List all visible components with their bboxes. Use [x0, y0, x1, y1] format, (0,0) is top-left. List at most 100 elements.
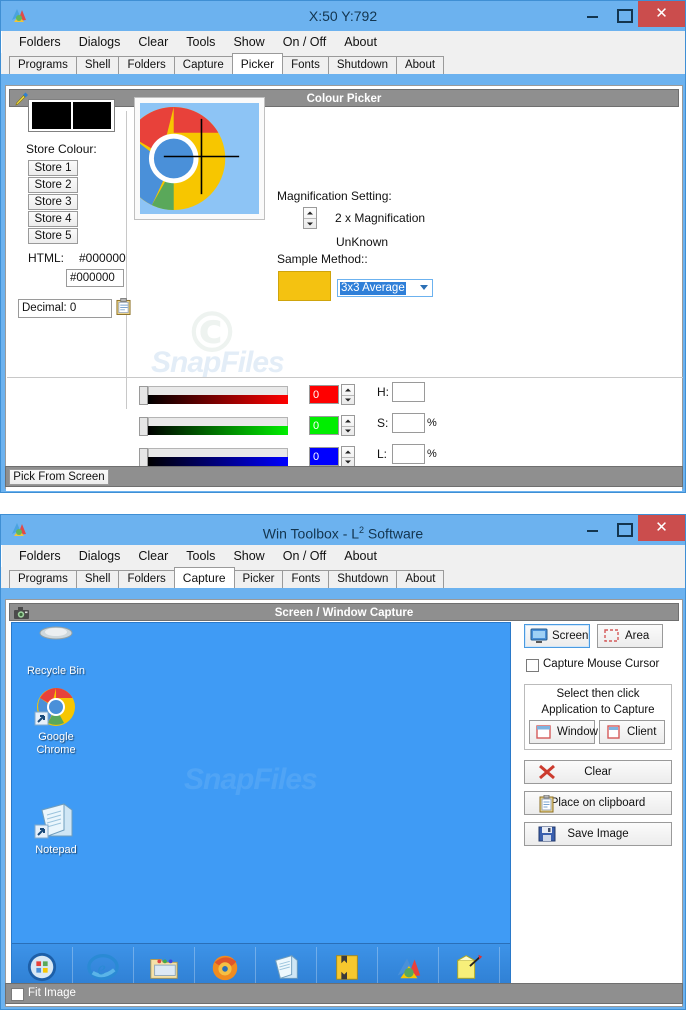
capture-controls: Screen Area Capture Mouse Cursor Select … [518, 622, 678, 988]
taskbar-item-internet-explorer[interactable]: e [73, 946, 134, 987]
store-1-button[interactable]: Store 1 [28, 160, 78, 176]
client-button[interactable]: Client [599, 720, 665, 744]
blue-spinner-down[interactable] [342, 456, 354, 467]
menu-item-folders[interactable]: Folders [10, 31, 70, 53]
clipboard-icon[interactable] [116, 298, 131, 316]
picker-titlebar[interactable]: X:50 Y:792 ✕ [1, 1, 685, 31]
blue-slider-thumb[interactable] [139, 448, 148, 467]
store-4-button[interactable]: Store 4 [28, 211, 78, 227]
green-spinner-up[interactable] [342, 416, 354, 426]
menu-item-show[interactable]: Show [224, 545, 273, 567]
lightness-input[interactable] [392, 444, 425, 464]
capture-client-area: Screen / Window Capture SnapFiles Recycl… [5, 599, 683, 1007]
menu-item-on-off[interactable]: On / Off [274, 545, 336, 567]
green-slider-track[interactable] [148, 417, 288, 426]
tab-programs[interactable]: Programs [9, 570, 77, 588]
tab-shutdown[interactable]: Shutdown [328, 570, 398, 588]
taskbar-item-paint-tool[interactable] [439, 946, 500, 987]
red-slider[interactable] [139, 386, 289, 406]
tab-picker[interactable]: Picker [231, 53, 284, 74]
blue-slider[interactable] [139, 448, 289, 468]
spinner-down[interactable] [304, 218, 316, 228]
save-image-button[interactable]: Save Image [524, 822, 672, 846]
menu-item-folders[interactable]: Folders [10, 545, 70, 567]
area-button[interactable]: Area [597, 624, 663, 648]
maximize-button[interactable] [608, 515, 638, 541]
tab-shutdown[interactable]: Shutdown [327, 56, 397, 74]
html-input[interactable]: #000000 [66, 269, 124, 287]
capture-titlebar[interactable]: Win Toolbox - L2 Software ✕ [1, 515, 685, 545]
taskbar-item-win-toolbox[interactable] [378, 946, 439, 987]
menu-item-show[interactable]: Show [224, 31, 273, 53]
close-button[interactable]: ✕ [638, 515, 685, 541]
screen-button-label: Screen [552, 630, 589, 642]
tab-capture[interactable]: Capture [173, 56, 233, 74]
green-value[interactable]: 0 [309, 416, 339, 435]
place-on-clipboard-button[interactable]: Place on clipboard [524, 791, 672, 815]
menu-item-about[interactable]: About [335, 31, 386, 53]
tab-picker[interactable]: Picker [233, 570, 284, 588]
sample-method-select[interactable]: 3x3 Average [337, 279, 433, 297]
menu-item-on-off[interactable]: On / Off [274, 31, 336, 53]
hue-input[interactable] [392, 382, 425, 402]
tab-capture[interactable]: Capture [173, 567, 235, 588]
capture-cursor-checkbox[interactable] [526, 659, 539, 672]
green-spinner-down[interactable] [342, 425, 354, 436]
store-2-button[interactable]: Store 2 [28, 177, 78, 193]
tab-folders[interactable]: Folders [118, 570, 175, 588]
tab-programs[interactable]: Programs [9, 56, 77, 74]
screen-button[interactable]: Screen [524, 624, 590, 648]
minimize-button[interactable] [578, 515, 608, 541]
tab-folders[interactable]: Folders [118, 56, 175, 74]
picker-client-area: Colour Picker © SnapFiles Store Colour: … [5, 85, 683, 491]
desktop-preview[interactable]: SnapFiles Recycle Bin Google Chrome Note… [11, 622, 511, 988]
blue-spinner-up[interactable] [342, 447, 354, 457]
fit-image-checkbox[interactable] [11, 988, 24, 1001]
taskbar-item-firefox[interactable] [195, 946, 256, 987]
tab-shell[interactable]: Shell [75, 570, 120, 588]
menu-item-tools[interactable]: Tools [177, 31, 224, 53]
menu-item-clear[interactable]: Clear [129, 31, 177, 53]
red-value[interactable]: 0 [309, 385, 339, 404]
menu-item-clear[interactable]: Clear [129, 545, 177, 567]
maximize-button[interactable] [608, 1, 638, 27]
store-5-button[interactable]: Store 5 [28, 228, 78, 244]
blue-slider-track[interactable] [148, 448, 288, 457]
tab-fonts[interactable]: Fonts [282, 570, 330, 588]
red-slider-thumb[interactable] [139, 386, 148, 405]
menu-item-about[interactable]: About [335, 545, 386, 567]
green-slider[interactable] [139, 417, 289, 437]
blue-spinner[interactable] [341, 446, 355, 467]
blue-value[interactable]: 0 [309, 447, 339, 466]
taskbar-item-file-explorer[interactable] [134, 946, 195, 987]
decimal-field[interactable]: Decimal: 0 [18, 299, 112, 318]
desktop-icon-recycle-bin[interactable]: Recycle Bin [20, 623, 92, 678]
tab-fonts[interactable]: Fonts [282, 56, 329, 74]
tab-shell[interactable]: Shell [75, 56, 120, 74]
desktop-icon-google-chrome[interactable]: Google Chrome [20, 685, 92, 757]
taskbar-item-start-orb[interactable] [12, 946, 73, 987]
green-spinner[interactable] [341, 415, 355, 436]
pick-from-screen-button[interactable]: Pick From Screen [9, 469, 109, 485]
tab-about[interactable]: About [396, 570, 445, 588]
saturation-input[interactable] [392, 413, 425, 433]
taskbar-item-winrar[interactable] [317, 946, 378, 987]
menu-item-dialogs[interactable]: Dialogs [70, 545, 130, 567]
red-spinner[interactable] [341, 384, 355, 405]
store-3-button[interactable]: Store 3 [28, 194, 78, 210]
menu-item-tools[interactable]: Tools [177, 545, 224, 567]
menu-item-dialogs[interactable]: Dialogs [70, 31, 130, 53]
magnification-spinner[interactable] [303, 207, 317, 229]
red-spinner-down[interactable] [342, 394, 354, 405]
close-button[interactable]: ✕ [638, 1, 685, 27]
minimize-button[interactable] [578, 1, 608, 27]
window-button[interactable]: Window [529, 720, 598, 744]
red-spinner-up[interactable] [342, 385, 354, 395]
green-slider-thumb[interactable] [139, 417, 148, 436]
clear-button[interactable]: Clear [524, 760, 672, 784]
desktop-icon-notepad[interactable]: Notepad [20, 798, 92, 857]
red-slider-track[interactable] [148, 386, 288, 395]
taskbar-item-notepad[interactable] [256, 946, 317, 987]
spinner-up[interactable] [304, 208, 316, 218]
tab-about[interactable]: About [395, 56, 445, 74]
